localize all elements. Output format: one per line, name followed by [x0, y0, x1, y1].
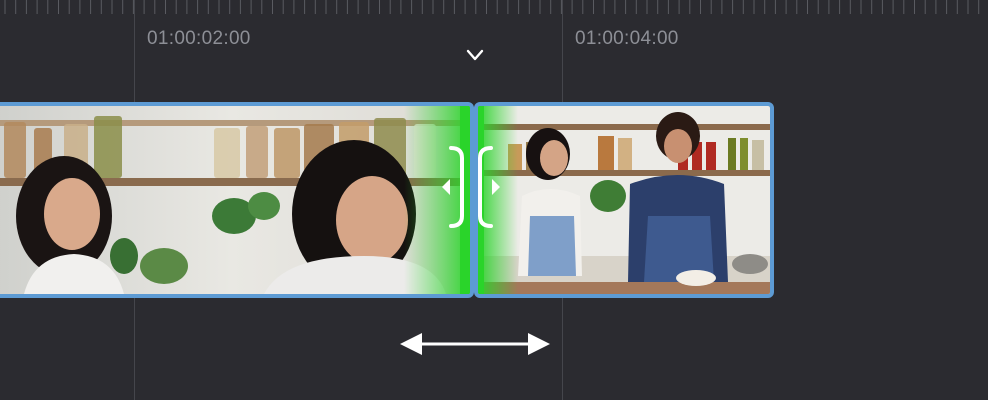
- timecode-label: 01:00:04:00: [575, 28, 679, 49]
- video-clip-right[interactable]: [474, 102, 774, 298]
- timecode-label: 01:00:02:00: [147, 28, 251, 49]
- ruler-ticks: [4, 0, 980, 14]
- timeline-ruler[interactable]: [0, 0, 988, 28]
- clip-thumbnail: [478, 106, 770, 294]
- video-clip-left[interactable]: [0, 102, 474, 298]
- video-track: [0, 102, 988, 298]
- roll-trim-right-bracket-icon[interactable]: [478, 146, 502, 228]
- clip-thumbnail: [0, 106, 470, 294]
- double-arrow-horizontal-icon: [400, 330, 550, 358]
- chevron-down-icon[interactable]: [465, 47, 485, 63]
- roll-trim-left-bracket-icon[interactable]: [440, 146, 464, 228]
